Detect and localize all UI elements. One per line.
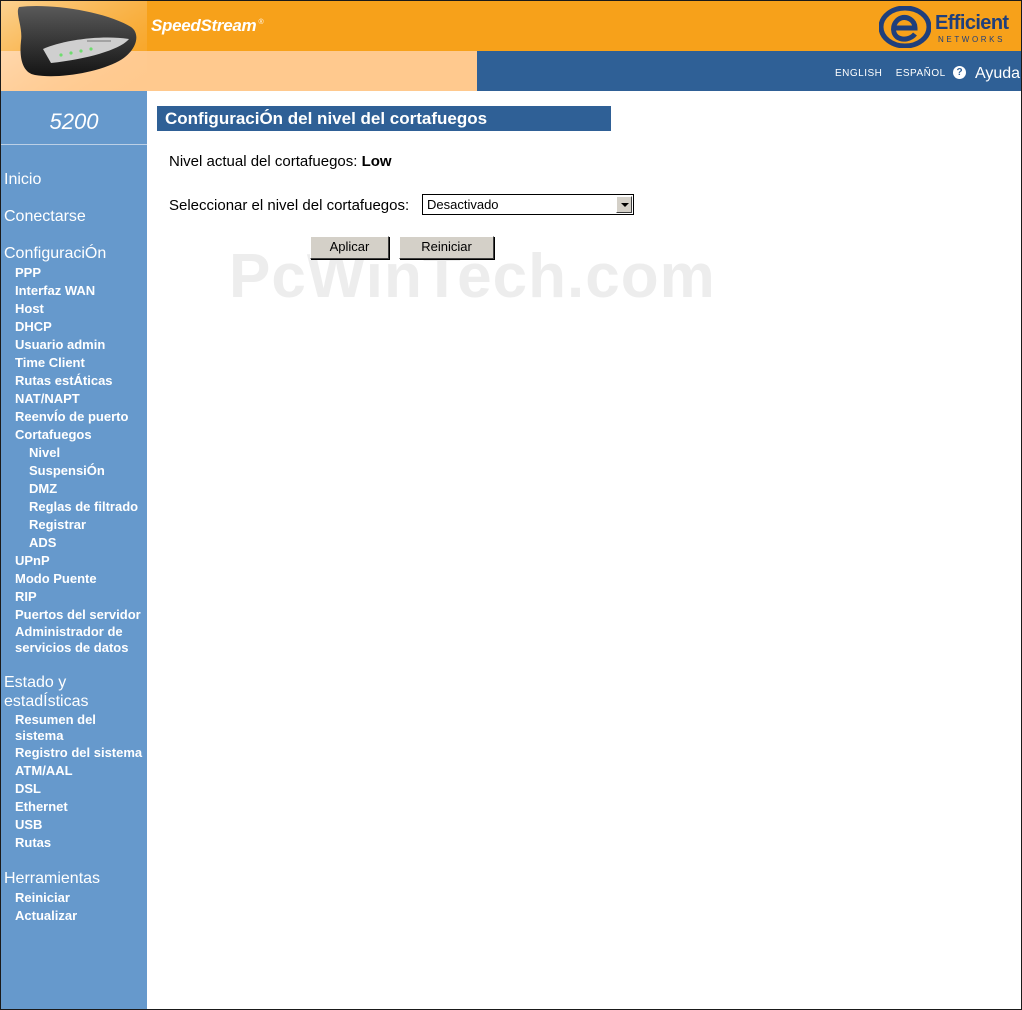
sidebar-item-nat-napt[interactable]: NAT/NAPT: [15, 391, 80, 406]
language-links: ENGLISH ESPAÑOL: [835, 68, 956, 79]
help-icon[interactable]: ?: [953, 66, 966, 79]
sidebar: 5200 Inicio Conectarse ConfiguraciÓn PPP…: [1, 91, 147, 1009]
sidebar-item-rip[interactable]: RIP: [15, 589, 37, 604]
efficient-networks-logo: Efficient NETWORKS: [879, 5, 1019, 49]
sidebar-item-dhcp[interactable]: DHCP: [15, 319, 52, 334]
current-firewall-level: Nivel actual del cortafuegos: Low: [169, 153, 392, 170]
sidebar-item-ads[interactable]: ADS: [29, 535, 56, 550]
lang-espanol-link[interactable]: ESPAÑOL: [896, 68, 946, 79]
select-value: Desactivado: [427, 197, 499, 212]
sidebar-item-conectarse[interactable]: Conectarse: [4, 208, 86, 226]
current-level-label: Nivel actual del cortafuegos:: [169, 153, 358, 170]
reset-button[interactable]: Reiniciar: [399, 236, 494, 259]
sidebar-item-inicio[interactable]: Inicio: [4, 171, 41, 189]
sidebar-item-puertos-servidor[interactable]: Puertos del servidor: [15, 607, 141, 622]
e-logo-icon: [879, 6, 931, 48]
sidebar-item-rutas-estaticas[interactable]: Rutas estÁticas: [15, 373, 113, 388]
sidebar-item-cortafuegos[interactable]: Cortafuegos: [15, 427, 92, 442]
sidebar-item-suspension[interactable]: SuspensiÓn: [29, 463, 105, 478]
sidebar-item-atm-aal[interactable]: ATM/AAL: [15, 763, 73, 778]
sidebar-item-reglas-filtrado[interactable]: Reglas de filtrado: [29, 499, 138, 514]
page-title: ConfiguraciÓn del nivel del cortafuegos: [157, 106, 611, 131]
sidebar-item-herramientas[interactable]: Herramientas: [4, 870, 100, 888]
sidebar-item-rutas[interactable]: Rutas: [15, 835, 51, 850]
sidebar-item-resumen-sistema[interactable]: Resumen del sistema: [15, 712, 143, 744]
firewall-level-select[interactable]: Desactivado: [422, 194, 634, 215]
sidebar-item-registrar[interactable]: Registrar: [29, 517, 86, 532]
router-admin-page: SpeedStream ® Efficient NETWORKS ENGLISH …: [0, 0, 1022, 1010]
sidebar-item-dsl[interactable]: DSL: [15, 781, 41, 796]
sidebar-item-interfaz-wan[interactable]: Interfaz WAN: [15, 283, 95, 298]
sidebar-item-configuracion[interactable]: ConfiguraciÓn: [4, 245, 106, 263]
sidebar-item-registro-sistema[interactable]: Registro del sistema: [15, 745, 142, 760]
sidebar-item-upnp[interactable]: UPnP: [15, 553, 50, 568]
select-level-label: Seleccionar el nivel del cortafuegos:: [169, 197, 410, 214]
brand-name: SpeedStream ®: [151, 16, 264, 35]
sidebar-item-usuario-admin[interactable]: Usuario admin: [15, 337, 105, 352]
sidebar-item-ppp[interactable]: PPP: [15, 265, 41, 280]
sidebar-item-reenvio-puerto[interactable]: ReenvÍo de puerto: [15, 409, 128, 424]
sidebar-item-estado[interactable]: Estado y estadÍsticas: [4, 673, 124, 711]
sidebar-item-usb[interactable]: USB: [15, 817, 42, 832]
sidebar-item-modo-puente[interactable]: Modo Puente: [15, 571, 97, 586]
sidebar-item-dmz[interactable]: DMZ: [29, 481, 57, 496]
sidebar-item-host[interactable]: Host: [15, 301, 44, 316]
dropdown-arrow-icon[interactable]: [616, 196, 632, 213]
sidebar-item-nivel[interactable]: Nivel: [29, 445, 60, 460]
apply-button[interactable]: Aplicar: [310, 236, 389, 259]
sidebar-item-time-client[interactable]: Time Client: [15, 355, 85, 370]
model-number: 5200: [49, 109, 99, 134]
help-link[interactable]: Ayuda: [975, 65, 1020, 83]
current-level-value: Low: [361, 153, 392, 170]
sidebar-item-actualizar[interactable]: Actualizar: [15, 908, 77, 923]
sidebar-item-administrador-servicios[interactable]: Administrador de servicios de datos: [15, 624, 143, 656]
sidebar-divider: [1, 144, 147, 145]
modem-image: [1, 1, 147, 91]
lang-english-link[interactable]: ENGLISH: [835, 68, 882, 79]
sidebar-item-ethernet[interactable]: Ethernet: [15, 799, 68, 814]
sidebar-item-reiniciar[interactable]: Reiniciar: [15, 890, 70, 905]
